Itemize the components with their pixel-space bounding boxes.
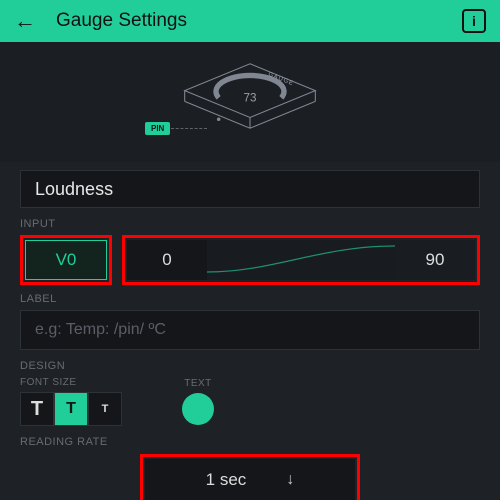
pin-tag: PIN xyxy=(145,122,170,135)
page-title: Gauge Settings xyxy=(56,10,442,32)
section-label-rate: READING RATE xyxy=(20,436,480,448)
label-placeholder: e.g: Temp: /pin/ ºC xyxy=(35,321,166,339)
text-color-group: TEXT xyxy=(182,378,214,426)
font-size-label: FONT SIZE xyxy=(20,377,122,388)
highlight-rate: 1 sec ↓ xyxy=(140,454,360,500)
widget-name-value: Loudness xyxy=(35,179,113,200)
font-size-group: FONT SIZE T T T xyxy=(20,377,122,426)
pin-selector[interactable]: V0 xyxy=(25,240,107,280)
section-label-design: DESIGN xyxy=(20,360,480,372)
label-input[interactable]: e.g: Temp: /pin/ ºC xyxy=(20,310,480,350)
pin-value: V0 xyxy=(56,250,77,270)
highlight-range: 0 90 xyxy=(122,235,480,285)
section-label-label: LABEL xyxy=(20,293,480,305)
reading-rate-value: 1 sec xyxy=(206,470,247,490)
section-label-input: INPUT xyxy=(20,218,480,230)
text-color-swatch[interactable] xyxy=(182,393,214,425)
range-curve xyxy=(207,240,395,280)
font-size-small[interactable]: T xyxy=(88,392,122,426)
chevron-down-icon: ↓ xyxy=(286,471,294,489)
range-max[interactable]: 90 xyxy=(395,240,475,280)
header: ← Gauge Settings i xyxy=(0,0,500,42)
illus-sample-value: 73 xyxy=(244,91,257,104)
font-size-large[interactable]: T xyxy=(20,392,54,426)
gauge-illustration: GAUGE 73 PIN xyxy=(0,42,500,162)
range-selector[interactable]: 0 90 xyxy=(127,240,475,280)
text-color-label: TEXT xyxy=(182,378,214,389)
info-button[interactable]: i xyxy=(462,9,486,33)
font-size-medium[interactable]: T xyxy=(54,392,88,426)
reading-rate-selector[interactable]: 1 sec ↓ xyxy=(145,459,355,500)
widget-name-input[interactable]: Loudness xyxy=(20,170,480,208)
range-min[interactable]: 0 xyxy=(127,240,207,280)
back-icon[interactable]: ← xyxy=(14,8,36,34)
highlight-pin: V0 xyxy=(20,235,112,285)
